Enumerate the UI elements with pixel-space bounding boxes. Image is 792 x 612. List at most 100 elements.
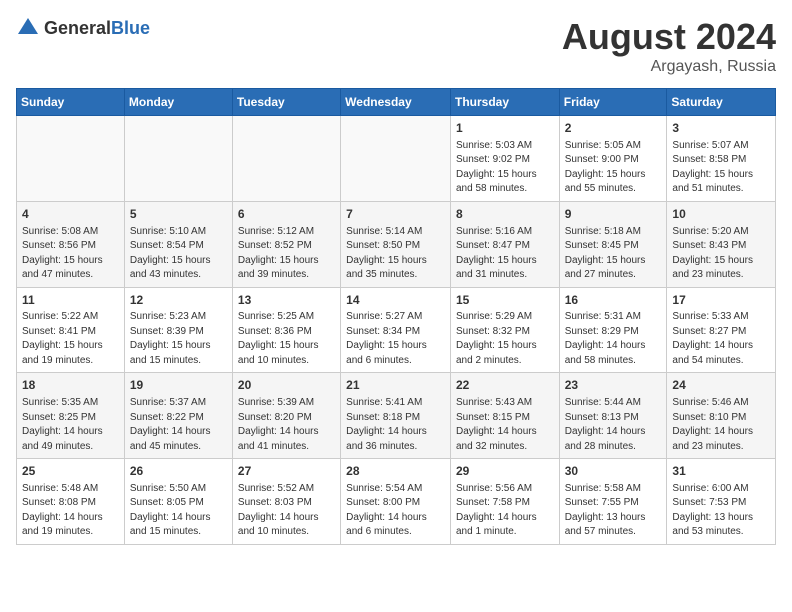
day-number: 2: [565, 120, 662, 137]
day-number: 18: [22, 377, 119, 394]
day-number: 10: [672, 206, 770, 223]
day-number: 13: [238, 292, 335, 309]
day-info: Sunrise: 5:43 AM Sunset: 8:15 PM Dayligh…: [456, 396, 554, 454]
day-info: Sunrise: 5:18 AM Sunset: 8:45 PM Dayligh…: [565, 225, 662, 283]
day-info: Sunrise: 5:58 AM Sunset: 7:55 PM Dayligh…: [565, 482, 662, 540]
day-number: 6: [238, 206, 335, 223]
page-header: GeneralBlue August 2024 Argayash, Russia: [16, 16, 776, 76]
day-info: Sunrise: 5:22 AM Sunset: 8:41 PM Dayligh…: [22, 310, 119, 368]
calendar-cell: 29 Sunrise: 5:56 AM Sunset: 7:58 PM Dayli…: [450, 459, 559, 545]
calendar-cell: 25 Sunrise: 5:48 AM Sunset: 8:08 PM Dayli…: [17, 459, 125, 545]
calendar-table: SundayMondayTuesdayWednesdayThursdayFrid…: [16, 88, 776, 545]
calendar-cell: 24 Sunrise: 5:46 AM Sunset: 8:10 PM Dayli…: [667, 373, 776, 459]
day-info: Sunrise: 5:29 AM Sunset: 8:32 PM Dayligh…: [456, 310, 554, 368]
day-number: 19: [130, 377, 227, 394]
day-number: 4: [22, 206, 119, 223]
calendar-cell: 14Sunrise: 5:27 AM Sunset: 8:34 PM Dayli…: [341, 287, 451, 373]
weekday-header-friday: Friday: [559, 89, 667, 116]
day-number: 16: [565, 292, 662, 309]
day-info: Sunrise: 5:16 AM Sunset: 8:47 PM Dayligh…: [456, 225, 554, 283]
day-info: Sunrise: 5:33 AM Sunset: 8:27 PM Dayligh…: [672, 310, 770, 368]
calendar-cell: 27 Sunrise: 5:52 AM Sunset: 8:03 PM Dayli…: [232, 459, 340, 545]
day-number: 28: [346, 463, 445, 480]
day-number: 27: [238, 463, 335, 480]
calendar-cell: 5Sunrise: 5:10 AM Sunset: 8:54 PM Daylig…: [124, 201, 232, 287]
logo-icon: [16, 16, 40, 40]
day-info: Sunrise: 5:56 AM Sunset: 7:58 PM Dayligh…: [456, 482, 554, 540]
calendar-cell: 30Sunrise: 5:58 AM Sunset: 7:55 PM Dayli…: [559, 459, 667, 545]
day-info: Sunrise: 5:25 AM Sunset: 8:36 PM Dayligh…: [238, 310, 335, 368]
calendar-cell: 28 Sunrise: 5:54 AM Sunset: 8:00 PM Dayli…: [341, 459, 451, 545]
day-number: 12: [130, 292, 227, 309]
calendar-week-row: 11Sunrise: 5:22 AM Sunset: 8:41 PM Dayli…: [17, 287, 776, 373]
weekday-header-sunday: Sunday: [17, 89, 125, 116]
day-number: 22: [456, 377, 554, 394]
calendar-cell: 22 Sunrise: 5:43 AM Sunset: 8:15 PM Dayli…: [450, 373, 559, 459]
day-info: Sunrise: 5:23 AM Sunset: 8:39 PM Dayligh…: [130, 310, 227, 368]
location-subtitle: Argayash, Russia: [562, 58, 776, 76]
calendar-cell: 12Sunrise: 5:23 AM Sunset: 8:39 PM Dayli…: [124, 287, 232, 373]
calendar-cell: [124, 116, 232, 202]
day-info: Sunrise: 5:27 AM Sunset: 8:34 PM Dayligh…: [346, 310, 445, 368]
day-info: Sunrise: 5:20 AM Sunset: 8:43 PM Dayligh…: [672, 225, 770, 283]
calendar-cell: 7Sunrise: 5:14 AM Sunset: 8:50 PM Daylig…: [341, 201, 451, 287]
logo: GeneralBlue: [16, 16, 150, 40]
month-year-title: August 2024: [562, 16, 776, 58]
calendar-cell: 13Sunrise: 5:25 AM Sunset: 8:36 PM Dayli…: [232, 287, 340, 373]
day-info: Sunrise: 5:10 AM Sunset: 8:54 PM Dayligh…: [130, 225, 227, 283]
day-number: 1: [456, 120, 554, 137]
day-number: 9: [565, 206, 662, 223]
weekday-header-row: SundayMondayTuesdayWednesdayThursdayFrid…: [17, 89, 776, 116]
calendar-week-row: 4Sunrise: 5:08 AM Sunset: 8:56 PM Daylig…: [17, 201, 776, 287]
day-number: 11: [22, 292, 119, 309]
day-info: Sunrise: 5:12 AM Sunset: 8:52 PM Dayligh…: [238, 225, 335, 283]
calendar-cell: [17, 116, 125, 202]
day-info: Sunrise: 5:03 AM Sunset: 9:02 PM Dayligh…: [456, 139, 554, 197]
day-info: Sunrise: 5:07 AM Sunset: 8:58 PM Dayligh…: [672, 139, 770, 197]
day-info: Sunrise: 5:31 AM Sunset: 8:29 PM Dayligh…: [565, 310, 662, 368]
logo-blue: Blue: [111, 18, 150, 38]
day-info: Sunrise: 6:00 AM Sunset: 7:53 PM Dayligh…: [672, 482, 770, 540]
calendar-cell: 1 Sunrise: 5:03 AM Sunset: 9:02 PM Daylig…: [450, 116, 559, 202]
day-info: Sunrise: 5:54 AM Sunset: 8:00 PM Dayligh…: [346, 482, 445, 540]
day-number: 25: [22, 463, 119, 480]
day-info: Sunrise: 5:50 AM Sunset: 8:05 PM Dayligh…: [130, 482, 227, 540]
weekday-header-monday: Monday: [124, 89, 232, 116]
day-number: 17: [672, 292, 770, 309]
title-block: August 2024 Argayash, Russia: [562, 16, 776, 76]
calendar-cell: 3 Sunrise: 5:07 AM Sunset: 8:58 PM Daylig…: [667, 116, 776, 202]
logo-general: General: [44, 18, 111, 38]
calendar-cell: 20Sunrise: 5:39 AM Sunset: 8:20 PM Dayli…: [232, 373, 340, 459]
calendar-cell: 21 Sunrise: 5:41 AM Sunset: 8:18 PM Dayli…: [341, 373, 451, 459]
day-number: 31: [672, 463, 770, 480]
day-number: 23: [565, 377, 662, 394]
day-number: 8: [456, 206, 554, 223]
calendar-week-row: 25 Sunrise: 5:48 AM Sunset: 8:08 PM Dayli…: [17, 459, 776, 545]
logo-text: GeneralBlue: [44, 18, 150, 39]
day-number: 15: [456, 292, 554, 309]
calendar-cell: 15Sunrise: 5:29 AM Sunset: 8:32 PM Dayli…: [450, 287, 559, 373]
day-number: 24: [672, 377, 770, 394]
calendar-cell: 9 Sunrise: 5:18 AM Sunset: 8:45 PM Daylig…: [559, 201, 667, 287]
day-info: Sunrise: 5:41 AM Sunset: 8:18 PM Dayligh…: [346, 396, 445, 454]
calendar-cell: 19 Sunrise: 5:37 AM Sunset: 8:22 PM Dayli…: [124, 373, 232, 459]
calendar-week-row: 1 Sunrise: 5:03 AM Sunset: 9:02 PM Daylig…: [17, 116, 776, 202]
day-info: Sunrise: 5:39 AM Sunset: 8:20 PM Dayligh…: [238, 396, 335, 454]
day-info: Sunrise: 5:48 AM Sunset: 8:08 PM Dayligh…: [22, 482, 119, 540]
calendar-cell: 4Sunrise: 5:08 AM Sunset: 8:56 PM Daylig…: [17, 201, 125, 287]
weekday-header-wednesday: Wednesday: [341, 89, 451, 116]
day-info: Sunrise: 5:52 AM Sunset: 8:03 PM Dayligh…: [238, 482, 335, 540]
calendar-cell: 18Sunrise: 5:35 AM Sunset: 8:25 PM Dayli…: [17, 373, 125, 459]
day-number: 3: [672, 120, 770, 137]
calendar-cell: 6 Sunrise: 5:12 AM Sunset: 8:52 PM Daylig…: [232, 201, 340, 287]
day-info: Sunrise: 5:37 AM Sunset: 8:22 PM Dayligh…: [130, 396, 227, 454]
calendar-week-row: 18Sunrise: 5:35 AM Sunset: 8:25 PM Dayli…: [17, 373, 776, 459]
calendar-cell: [341, 116, 451, 202]
calendar-cell: [232, 116, 340, 202]
day-number: 29: [456, 463, 554, 480]
day-info: Sunrise: 5:46 AM Sunset: 8:10 PM Dayligh…: [672, 396, 770, 454]
day-number: 14: [346, 292, 445, 309]
day-number: 21: [346, 377, 445, 394]
day-info: Sunrise: 5:14 AM Sunset: 8:50 PM Dayligh…: [346, 225, 445, 283]
day-info: Sunrise: 5:05 AM Sunset: 9:00 PM Dayligh…: [565, 139, 662, 197]
